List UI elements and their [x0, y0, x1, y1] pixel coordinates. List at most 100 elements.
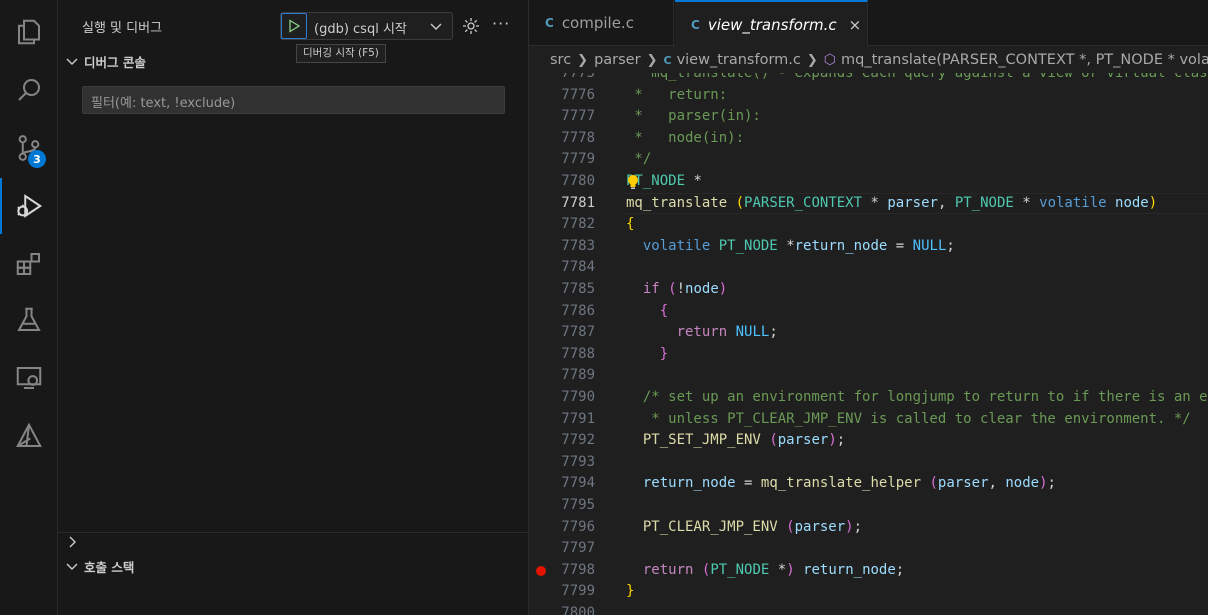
code-line[interactable]: 7798 return (PT_NODE *) return_node;	[529, 560, 1208, 582]
code-line[interactable]: 7789	[529, 365, 1208, 387]
chevron-down-icon	[66, 58, 78, 65]
code-text: volatile PT_NODE *return_node = NULL;	[642, 237, 955, 254]
chevron-down-icon	[66, 563, 78, 570]
code-line[interactable]: 7790 /* set up an environment for longju…	[529, 387, 1208, 409]
code-line[interactable]: 7796 PT_CLEAR_JMP_ENV (parser);	[529, 517, 1208, 539]
code-text: return (PT_NODE *) return_node;	[642, 561, 905, 578]
code-line[interactable]: 7786 {	[529, 301, 1208, 323]
testing-icon[interactable]	[0, 292, 58, 348]
more-actions-button[interactable]: ···	[492, 14, 510, 33]
breadcrumb: src ❯ parser ❯ C view_transform.c ❯ ⬡ mq…	[529, 47, 1208, 73]
call-stack-label: 호출 스택	[84, 559, 135, 575]
code-text: * unless PT_CLEAR_JMP_ENV is called to c…	[626, 410, 1191, 427]
code-line[interactable]: 7777 * parser(in):	[529, 106, 1208, 128]
call-stack-section-header[interactable]: 호출 스택	[64, 555, 134, 577]
code-text: * mq_translate() - expands each query ag…	[626, 73, 1208, 81]
code-line[interactable]: 7775 * mq_translate() - expands each que…	[529, 73, 1208, 85]
chevron-down-icon[interactable]	[428, 18, 444, 34]
line-number: 7779	[561, 151, 595, 168]
code-text: if (!node)	[642, 281, 728, 297]
code-text: {	[626, 216, 635, 233]
editor-group: C compile.c C view_transform.c × src ❯ p…	[529, 0, 1208, 615]
chevron-right-icon: ❯	[646, 52, 658, 68]
code-text: PT_SET_JMP_ENV (parser);	[642, 432, 846, 449]
code-text: PT_CLEAR_JMP_ENV (parser);	[642, 518, 863, 535]
run-debug-icon[interactable]	[0, 178, 58, 234]
code-line[interactable]: 7788 }	[529, 344, 1208, 366]
chevron-right-icon: ❯	[577, 52, 589, 68]
collapsed-section-header[interactable]	[64, 531, 84, 553]
breadcrumb-src[interactable]: src	[550, 52, 571, 68]
tab-label: view_transform.c	[707, 15, 837, 34]
line-number: 7776	[561, 86, 595, 103]
code-text: * return:	[626, 86, 728, 103]
code-text: * node(in):	[626, 129, 745, 146]
run-debug-sidebar: 실행 및 디버그 (gdb) csql 시작 디버깅 시작 (F5) ··· 디…	[58, 0, 529, 615]
code-text: {	[659, 302, 669, 319]
code-line[interactable]: 7782 {	[529, 214, 1208, 236]
code-line[interactable]: 7785 if (!node)	[529, 279, 1208, 301]
code-line[interactable]: 7799}	[529, 581, 1208, 603]
lightbulb-icon[interactable]	[625, 173, 641, 191]
code-line[interactable]: 7792 PT_SET_JMP_ENV (parser);	[529, 430, 1208, 452]
breadcrumb-file[interactable]: view_transform.c	[677, 52, 801, 68]
code-line[interactable]: 7783 volatile PT_NODE *return_node = NUL…	[529, 236, 1208, 258]
breadcrumb-symbol[interactable]: mq_translate(PARSER_CONTEXT *, PT_NODE *…	[841, 52, 1208, 68]
code-line[interactable]: 7794 return_node = mq_translate_helper (…	[529, 473, 1208, 495]
code-text: }	[659, 345, 669, 362]
line-number: 7800	[561, 605, 595, 615]
line-number: 7793	[561, 453, 595, 470]
tab-view-transform-c[interactable]: C view_transform.c ×	[675, 0, 868, 47]
line-number: 7789	[561, 367, 595, 384]
debug-console-label: 디버그 콘솔	[84, 54, 146, 70]
close-icon[interactable]: ×	[849, 16, 862, 34]
code-line[interactable]: 7776 * return:	[529, 85, 1208, 107]
remote-explorer-icon[interactable]	[0, 350, 58, 406]
code-line[interactable]: 7791 * unless PT_CLEAR_JMP_ENV is called…	[529, 409, 1208, 431]
line-number: 7795	[561, 497, 595, 513]
line-number: 7780	[561, 173, 595, 189]
line-number: 7787	[561, 324, 595, 341]
line-number: 7788	[561, 345, 595, 362]
line-number: 7778	[561, 129, 595, 146]
play-icon	[289, 19, 301, 33]
code-line[interactable]: 7778 * node(in):	[529, 128, 1208, 150]
source-control-icon[interactable]: 3	[0, 120, 58, 176]
cmake-icon[interactable]	[0, 408, 58, 464]
extensions-icon[interactable]	[0, 236, 58, 292]
debug-console-filter-input[interactable]: 필터(예: text, !exclude)	[82, 86, 505, 114]
code-line[interactable]: 7793	[529, 452, 1208, 474]
explorer-icon[interactable]	[0, 4, 58, 60]
code-line[interactable]: 7800	[529, 603, 1208, 615]
line-number: 7777	[561, 108, 595, 125]
gear-icon[interactable]	[461, 16, 481, 36]
tab-compile-c[interactable]: C compile.c	[529, 0, 674, 46]
source-control-badge: 3	[28, 150, 46, 168]
code-line[interactable]: 7784	[529, 257, 1208, 279]
code-line[interactable]: 7781 mq_translate (PARSER_CONTEXT * parse…	[529, 193, 1208, 215]
code-text: return NULL;	[676, 324, 778, 341]
code-text: }	[626, 583, 635, 600]
line-number: 7786	[561, 302, 595, 319]
line-number: 7797	[561, 540, 595, 557]
line-number: 7785	[561, 281, 595, 297]
line-number: 7781	[561, 194, 595, 211]
line-number: 7794	[561, 475, 595, 492]
start-debugging-button[interactable]	[281, 13, 307, 39]
code-line[interactable]: 7787 return NULL;	[529, 322, 1208, 344]
line-number: 7790	[561, 389, 595, 405]
code-text: mq_translate (PARSER_CONTEXT * parser, P…	[626, 194, 1158, 211]
code-line[interactable]: 7797	[529, 538, 1208, 560]
line-number: 7792	[561, 432, 595, 449]
search-icon[interactable]	[0, 62, 58, 118]
line-number: 7782	[561, 216, 595, 233]
code-text: */	[626, 151, 652, 168]
code-editor[interactable]: 7775 * mq_translate() - expands each que…	[529, 73, 1208, 615]
code-text: return_node = mq_translate_helper (parse…	[642, 475, 1056, 492]
launch-config-dropdown[interactable]: (gdb) csql 시작	[280, 12, 453, 40]
code-text: /* set up an environment for longjump to…	[626, 389, 1208, 405]
breadcrumb-parser[interactable]: parser	[594, 52, 641, 68]
debug-console-section-header[interactable]: 디버그 콘솔	[64, 50, 146, 72]
code-line[interactable]: 7779 */	[529, 149, 1208, 171]
code-line[interactable]: 7795	[529, 495, 1208, 517]
